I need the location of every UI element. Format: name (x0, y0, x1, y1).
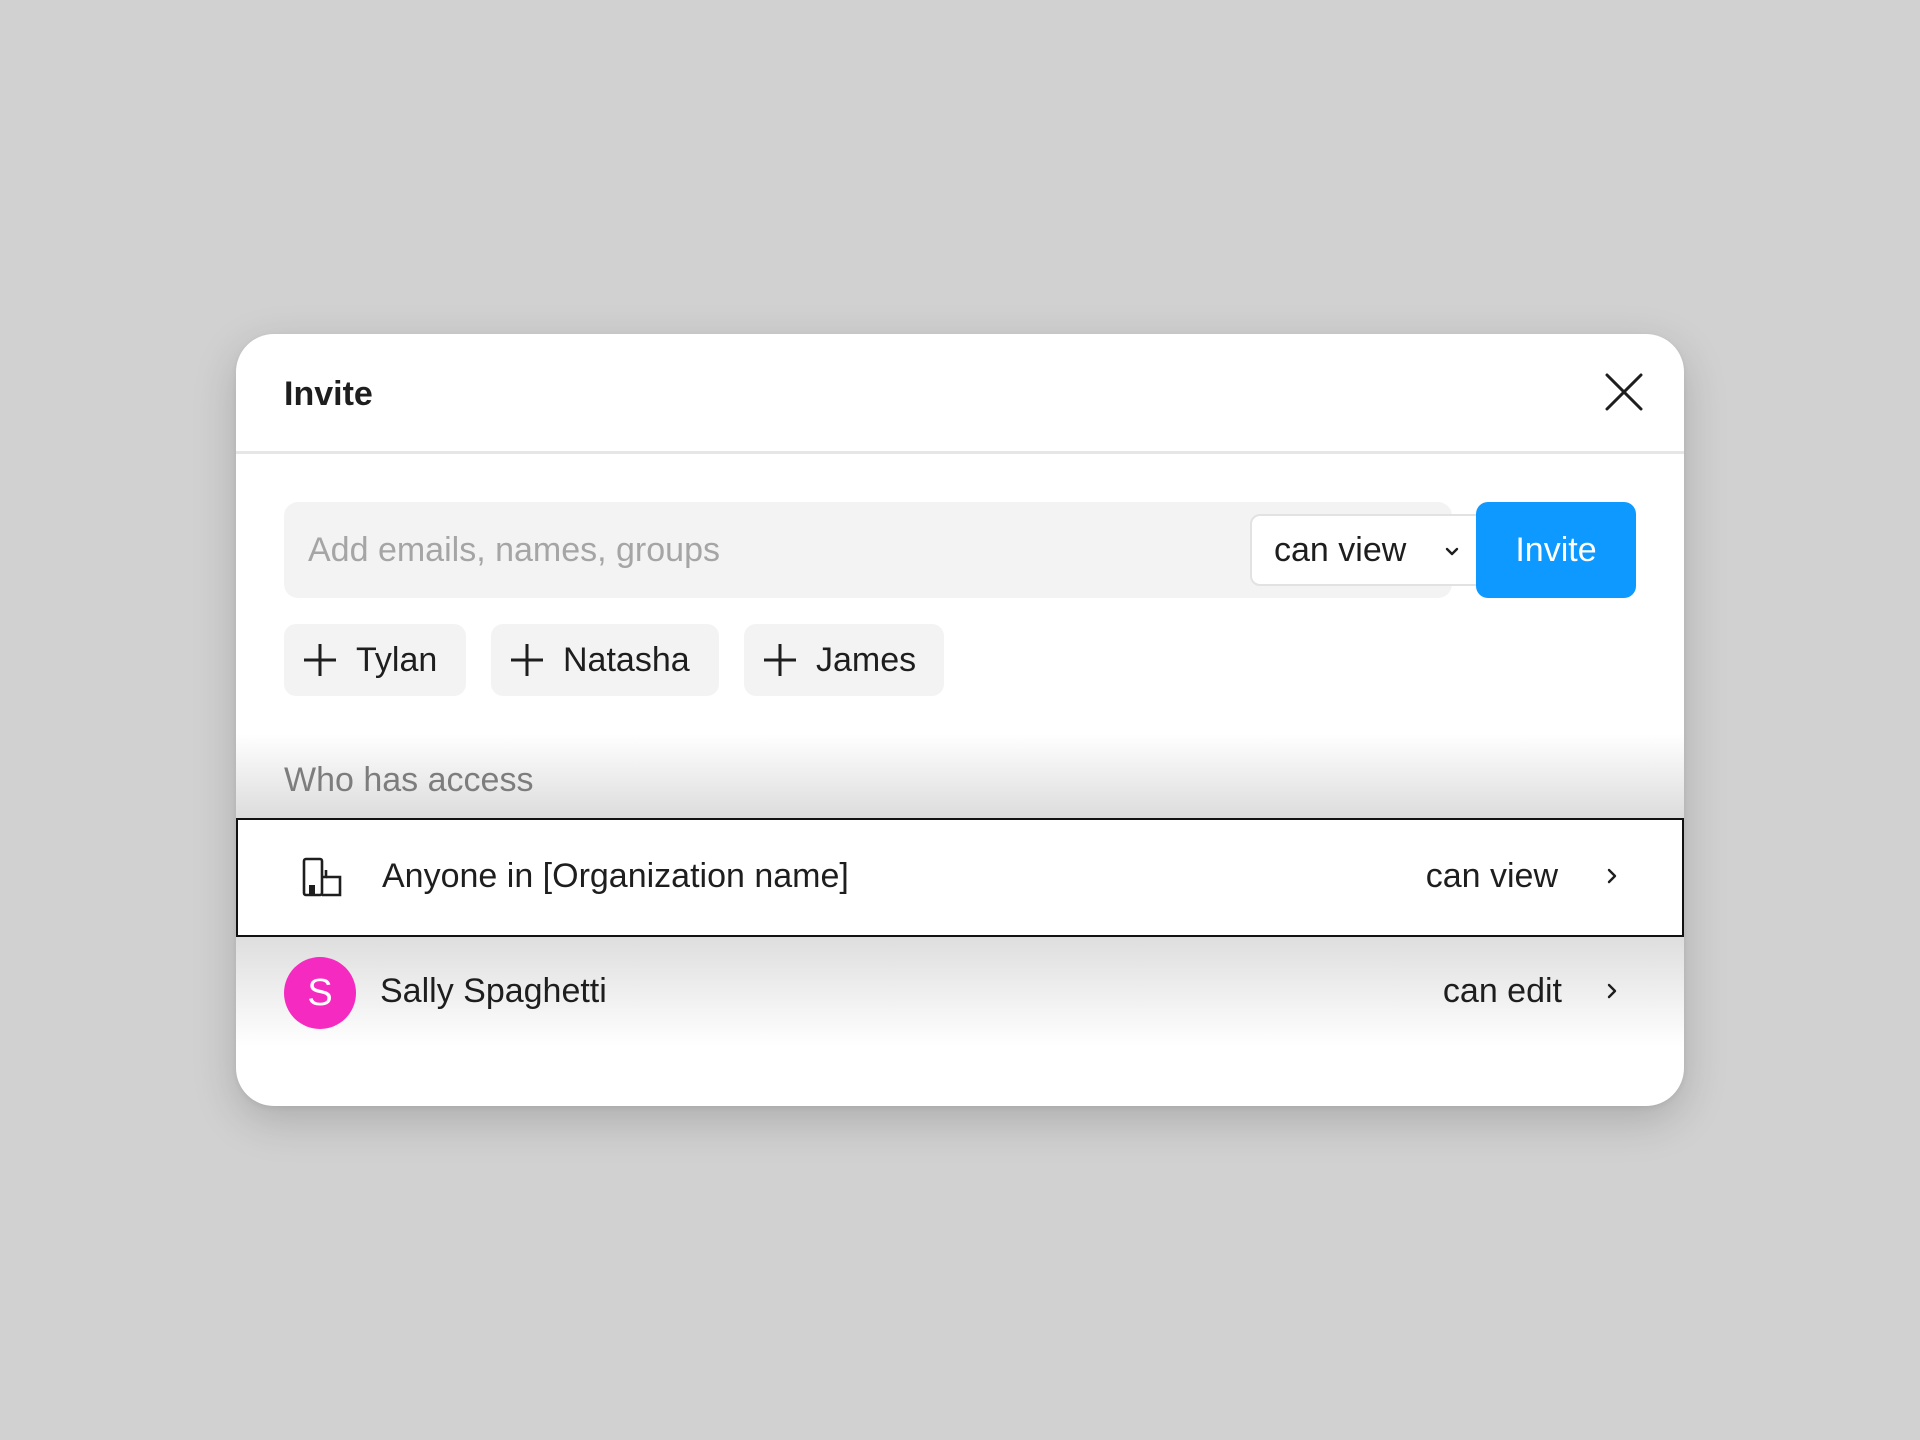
role-select-label: can view (1274, 531, 1407, 569)
suggestion-chip-tylan[interactable]: Tylan (284, 624, 466, 696)
organization-icon (302, 857, 342, 897)
access-row-role: can edit (1442, 972, 1562, 1010)
invite-input[interactable] (308, 526, 1168, 574)
suggestion-chip-james[interactable]: James (744, 624, 944, 696)
close-icon (1605, 373, 1643, 411)
access-row-role: can view (1425, 857, 1558, 895)
section-heading: Who has access (284, 761, 534, 799)
access-row-user[interactable]: S Sally Spaghetti can edit (236, 937, 1684, 1047)
invite-dialog: Invite can view Invite Tylan Natas (236, 334, 1684, 1106)
avatar: S (284, 957, 356, 1029)
plus-icon (764, 644, 796, 676)
access-row-name: Anyone in [Organization name] (382, 857, 849, 895)
access-row-name: Sally Spaghetti (380, 972, 607, 1010)
suggestion-label: Tylan (356, 641, 438, 679)
dialog-title: Invite (284, 375, 373, 413)
chevron-right-icon (1607, 983, 1617, 999)
close-button[interactable] (1602, 370, 1646, 414)
chevron-down-icon (1445, 547, 1459, 556)
invite-button[interactable]: Invite (1476, 502, 1636, 598)
role-select[interactable]: can view (1250, 514, 1488, 586)
suggestion-label: James (816, 641, 917, 679)
plus-icon (304, 644, 336, 676)
chevron-right-icon (1607, 868, 1617, 884)
dialog-header: Invite (236, 334, 1684, 454)
invite-field: can view (284, 502, 1488, 598)
suggestion-label: Natasha (563, 641, 690, 679)
suggestion-chip-natasha[interactable]: Natasha (491, 624, 719, 696)
plus-icon (511, 644, 543, 676)
access-row-organization[interactable]: Anyone in [Organization name] can view (236, 818, 1684, 937)
